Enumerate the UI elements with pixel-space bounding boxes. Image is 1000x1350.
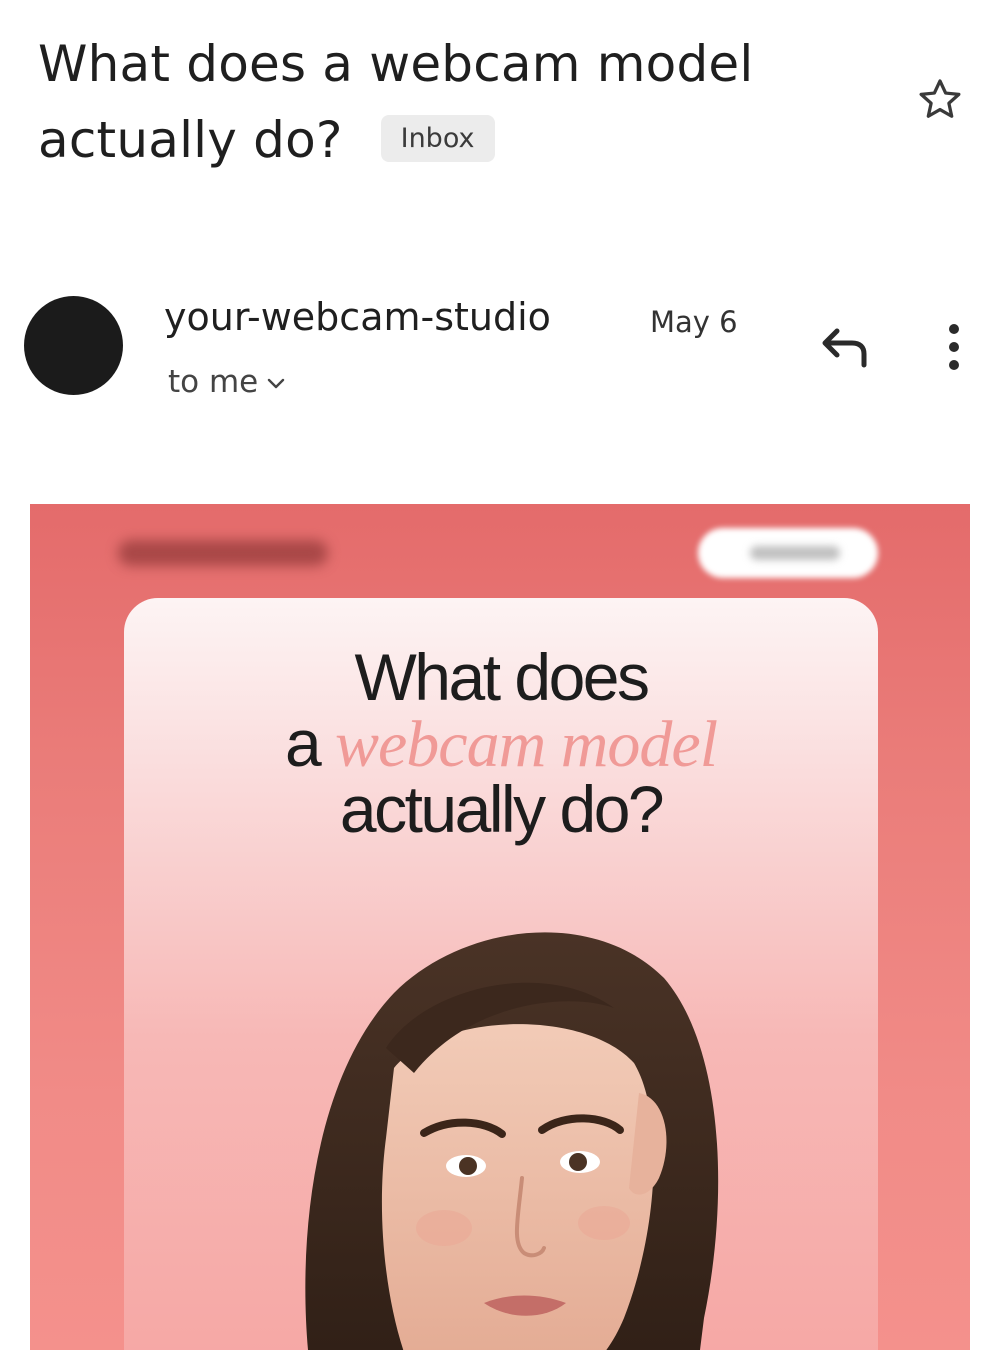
- banner-headline: What does a webcam model actually do?: [124, 644, 878, 842]
- star-outline-icon: [919, 79, 961, 118]
- inbox-label-badge[interactable]: Inbox: [380, 115, 495, 162]
- email-date: May 6: [650, 305, 738, 339]
- chevron-down-icon: [268, 378, 285, 388]
- email-subject: What does a webcam model: [38, 35, 754, 93]
- more-vert-icon: [949, 324, 959, 370]
- reply-icon: [822, 328, 867, 368]
- sender-name[interactable]: your-webcam-studio: [164, 292, 551, 342]
- more-options-button[interactable]: [934, 320, 974, 374]
- subject-line-1: What does a webcam model: [38, 26, 878, 102]
- email-subject-continued: actually do?: [38, 111, 343, 169]
- headline-prefix: a: [284, 706, 335, 780]
- headline-line-3: actually do?: [339, 772, 665, 846]
- blurred-cta-text: [750, 546, 840, 560]
- recipient-details-toggle[interactable]: to me: [168, 362, 286, 402]
- subject-line-2: actually do? Inbox: [38, 102, 878, 178]
- model-portrait-illustration: [305, 932, 719, 1350]
- email-banner-image: What does a webcam model actually do?: [30, 504, 970, 1350]
- recipient-label: to me: [168, 364, 259, 400]
- headline-line-2: a webcam model: [124, 710, 878, 778]
- headline-line-1: What does: [354, 640, 651, 714]
- sender-avatar[interactable]: [24, 296, 123, 395]
- headline-accent: webcam model: [334, 708, 718, 781]
- reply-button[interactable]: [818, 322, 874, 372]
- banner-card: What does a webcam model actually do?: [124, 598, 878, 1350]
- star-button[interactable]: [914, 74, 966, 126]
- subject-header: What does a webcam model actually do? Inb…: [38, 26, 878, 178]
- blurred-brand-logo: [118, 540, 328, 566]
